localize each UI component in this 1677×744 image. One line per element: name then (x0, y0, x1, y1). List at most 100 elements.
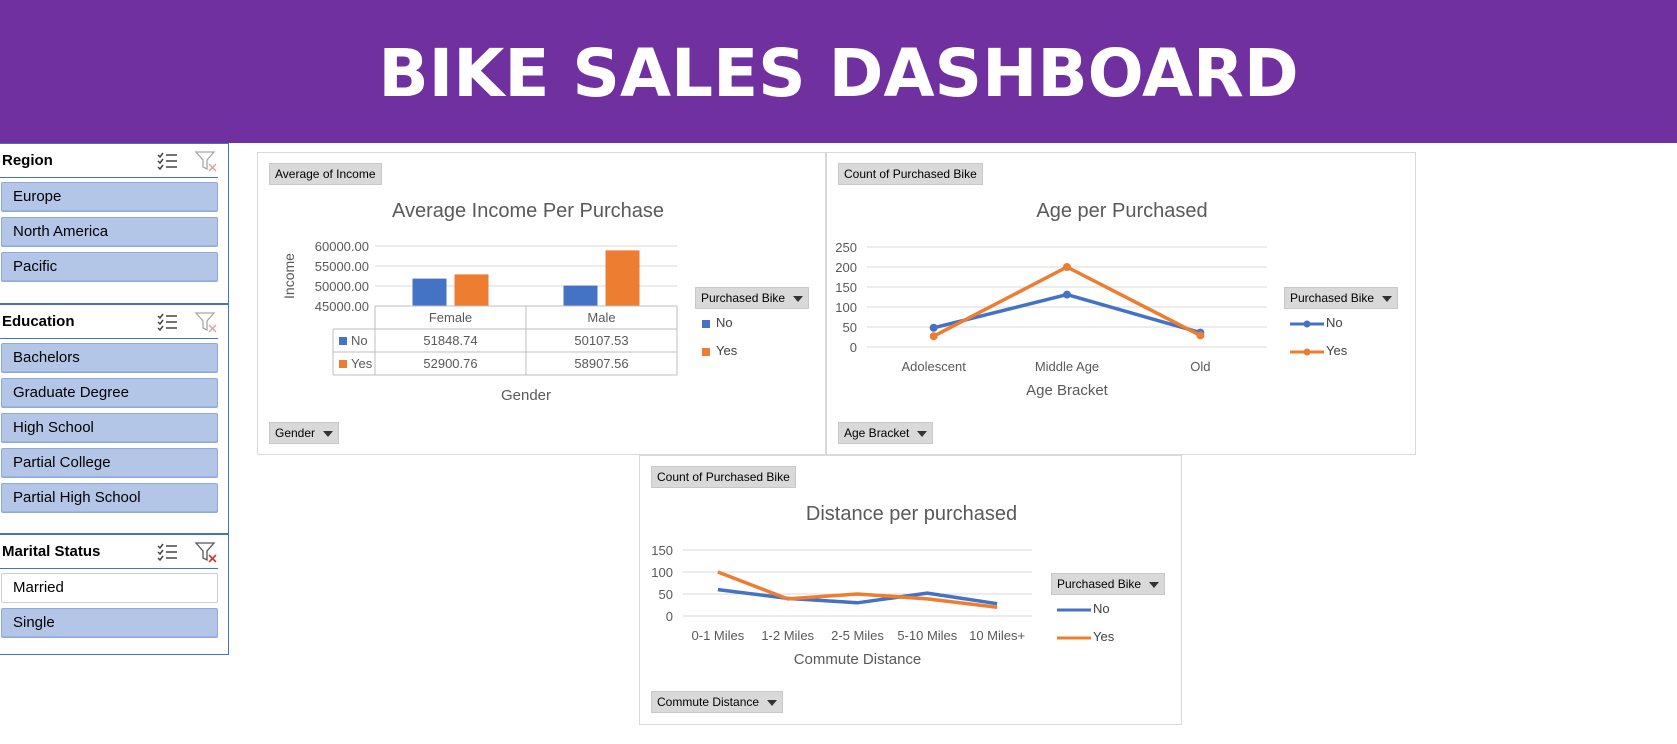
bar-yes-male (605, 250, 640, 306)
dropdown-arrow-icon (917, 430, 928, 437)
marital-status-slicer: Marital Status Married Single (0, 534, 229, 655)
dropdown-arrow-icon (767, 699, 778, 706)
slicer-item-high-school[interactable]: High School (1, 413, 218, 443)
purchased-bike-legend-button[interactable]: Purchased Bike (1284, 287, 1399, 309)
age-bracket-axis-button[interactable]: Age Bracket (838, 422, 934, 444)
x-tick-label: Adolescent (902, 359, 967, 374)
legend-label-yes: Yes (1326, 343, 1348, 358)
table-value: 51848.74 (423, 333, 477, 348)
slicer-item-partial-college[interactable]: Partial College (1, 448, 218, 478)
gender-axis-button[interactable]: Gender (269, 422, 340, 444)
clear-filter-icon[interactable] (194, 149, 218, 173)
legend-yes: Yes (1290, 343, 1347, 358)
table-legend-key (339, 337, 347, 345)
legend-swatch-no (702, 319, 710, 328)
age-chart-panel: Count of Purchased Bike Age per Purchase… (826, 152, 1416, 455)
legend-label-yes: Yes (716, 343, 738, 358)
series-line-yes (932, 265, 1202, 338)
dropdown-arrow-icon (1382, 295, 1393, 302)
x-axis-title: Gender (501, 387, 551, 404)
legend-no: No (1290, 315, 1343, 330)
slicer-item-graduate-degree[interactable]: Graduate Degree (1, 378, 218, 408)
dropdown-arrow-icon (793, 295, 804, 302)
x-tick-label: Middle Age (1035, 359, 1099, 374)
legend-label-no: No (1093, 601, 1110, 616)
table-value: 58907.56 (574, 356, 628, 371)
x-tick-label: Female (429, 310, 472, 325)
legend-swatch-no (1290, 320, 1324, 328)
dropdown-arrow-icon (323, 430, 334, 437)
x-tick-label: 1-2 Miles (761, 628, 814, 643)
x-tick-label: 2-5 Miles (831, 628, 884, 643)
y-tick-label: 0 (666, 609, 673, 624)
region-slicer-title: Region (2, 152, 53, 169)
legend-swatch-yes (702, 347, 710, 356)
region-slicer-header: Region (0, 144, 218, 178)
y-tick-label: 50 (843, 320, 857, 335)
table-value: 52900.76 (423, 356, 477, 371)
bar-no-male (563, 285, 598, 306)
axis-button-label: Age Bracket (844, 426, 910, 440)
legend-button-label: Purchased Bike (1290, 291, 1375, 305)
legend-no: No (1057, 601, 1110, 616)
axis-button-label: Commute Distance (657, 695, 760, 709)
slicer-item-partial-high-school[interactable]: Partial High School (1, 483, 218, 513)
clear-filter-icon[interactable] (194, 310, 218, 334)
slicer-item-single[interactable]: Single (1, 608, 218, 638)
legend-label-no: No (1326, 315, 1343, 330)
y-tick-label: 45000.00 (315, 299, 369, 314)
x-tick-label: Old (1190, 359, 1210, 374)
distance-chart-panel: Count of Purchased Bike Distance per pur… (639, 455, 1182, 725)
commute-distance-axis-button[interactable]: Commute Distance (651, 691, 784, 713)
legend-yes: Yes (1057, 629, 1114, 644)
slicer-item-bachelors[interactable]: Bachelors (1, 343, 218, 373)
marital-slicer-header: Marital Status (0, 535, 218, 569)
multi-select-icon[interactable] (156, 150, 178, 172)
legend-swatch-yes (1057, 636, 1091, 640)
y-tick-label: 100 (835, 300, 857, 315)
education-slicer-title: Education (2, 313, 75, 330)
education-slicer-header: Education (0, 305, 218, 339)
slicer-item-europe[interactable]: Europe (1, 182, 218, 212)
purchased-bike-legend-button[interactable]: Purchased Bike (1051, 573, 1166, 595)
y-tick-label: 55000.00 (315, 259, 369, 274)
table-value: 50107.53 (574, 333, 628, 348)
slicer-item-married[interactable]: Married (1, 573, 218, 603)
data-point-no (929, 323, 938, 332)
legend-button-label: Purchased Bike (701, 291, 786, 305)
legend-swatch-no (1057, 608, 1091, 612)
multi-select-icon[interactable] (156, 541, 178, 563)
slicer-item-north-america[interactable]: North America (1, 217, 218, 247)
slicer-item-pacific[interactable]: Pacific (1, 252, 218, 282)
legend-label-no: No (716, 315, 733, 330)
y-tick-label: 0 (850, 340, 857, 355)
region-slicer: Region Europe North America Pacific (0, 143, 229, 304)
bar-no-female (412, 278, 447, 306)
y-tick-label: 50000.00 (315, 279, 369, 294)
education-slicer: Education Bachelors Graduate Degree High… (0, 304, 229, 534)
y-tick-label: 200 (835, 260, 857, 275)
legend-label-yes: Yes (1093, 629, 1115, 644)
clear-filter-icon[interactable] (194, 540, 218, 564)
y-tick-label: 100 (651, 565, 673, 580)
y-tick-label: 150 (651, 543, 673, 558)
y-tick-label: 50 (659, 587, 673, 602)
axis-button-label: Gender (275, 426, 316, 440)
x-axis-title: Age Bracket (1026, 382, 1109, 399)
x-tick-label: 5-10 Miles (897, 628, 957, 643)
x-tick-label: 0-1 Miles (692, 628, 745, 643)
x-axis-title: Commute Distance (794, 651, 922, 668)
legend-no: No (702, 315, 733, 330)
data-point-yes (929, 332, 938, 341)
x-tick-label: Male (587, 310, 615, 325)
multi-select-icon[interactable] (156, 311, 178, 333)
table-legend-key (339, 360, 347, 368)
income-chart-panel: Average of Income Average Income Per Pur… (257, 152, 826, 455)
y-axis-title: Income (281, 253, 297, 299)
legend-yes: Yes (702, 343, 737, 358)
legend-button-label: Purchased Bike (1057, 577, 1142, 591)
table-series-label: No (351, 333, 368, 348)
purchased-bike-legend-button[interactable]: Purchased Bike (695, 287, 810, 309)
data-point-yes (1196, 331, 1205, 340)
y-tick-label: 250 (835, 240, 857, 255)
